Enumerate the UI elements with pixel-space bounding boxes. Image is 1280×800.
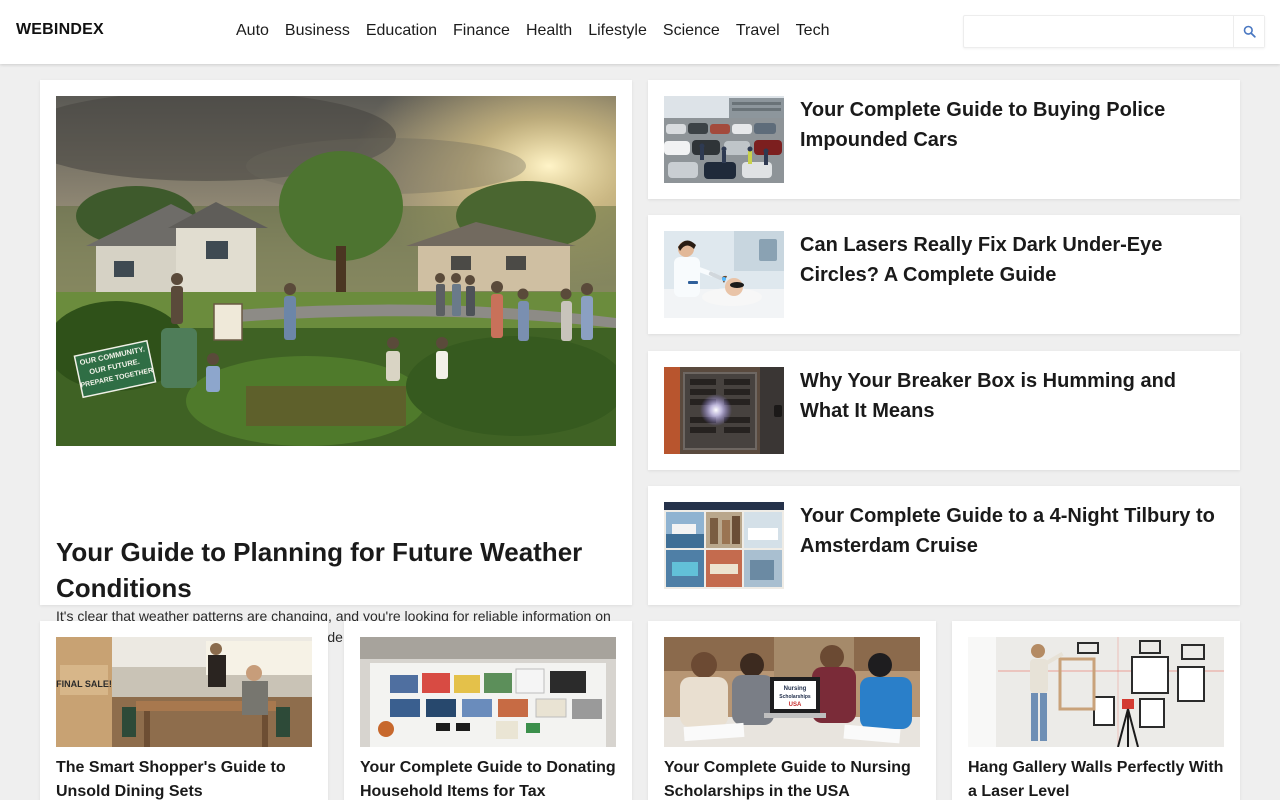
impound-lot-illustration xyxy=(664,96,784,183)
cruise-collage-illustration xyxy=(664,502,784,589)
side-article-image[interactable] xyxy=(664,96,784,183)
side-article-image[interactable] xyxy=(664,367,784,454)
side-article-card[interactable]: Can Lasers Really Fix Dark Under-Eye Cir… xyxy=(648,215,1240,334)
category-nav: Auto Business Education Finance Health L… xyxy=(228,20,837,42)
gallery-wall-illustration xyxy=(968,637,1224,747)
side-article-title[interactable]: Your Complete Guide to Buying Police Imp… xyxy=(800,95,1224,155)
store-sign-text: FINAL SALE! xyxy=(56,679,112,689)
furniture-store-illustration: FINAL SALE! xyxy=(56,637,312,747)
article-title[interactable]: The Smart Shopper's Guide to Unsold Dini… xyxy=(56,756,318,800)
nav-link-finance[interactable]: Finance xyxy=(445,20,518,42)
side-article-card[interactable]: Why Your Breaker Box is Humming and What… xyxy=(648,351,1240,470)
nav-link-business[interactable]: Business xyxy=(277,20,358,42)
article-image[interactable]: Nursing Scholarships USA xyxy=(664,637,920,747)
article-card[interactable]: Your Complete Guide to Donating Househol… xyxy=(344,621,632,800)
article-image[interactable] xyxy=(360,637,616,747)
article-card[interactable]: Hang Gallery Walls Perfectly With a Lase… xyxy=(952,621,1240,800)
search-box xyxy=(963,15,1265,48)
community-garden-illustration: OUR COMMUNITY. OUR FUTURE. PREPARE TOGET… xyxy=(56,96,616,446)
article-title[interactable]: Your Complete Guide to Donating Househol… xyxy=(360,756,622,800)
featured-article-image[interactable]: OUR COMMUNITY. OUR FUTURE. PREPARE TOGET… xyxy=(56,96,616,446)
nav-link-auto[interactable]: Auto xyxy=(228,20,277,42)
site-logo[interactable]: WEBINDEX xyxy=(16,21,104,39)
featured-article-title[interactable]: Your Guide to Planning for Future Weathe… xyxy=(56,534,616,606)
nav-link-lifestyle[interactable]: Lifestyle xyxy=(580,20,655,42)
laser-treatment-illustration xyxy=(664,231,784,318)
nav-link-education[interactable]: Education xyxy=(358,20,445,42)
nav-link-health[interactable]: Health xyxy=(518,20,580,42)
nav-link-tech[interactable]: Tech xyxy=(788,20,838,42)
search-icon xyxy=(1243,25,1256,38)
side-article-card[interactable]: Your Complete Guide to Buying Police Imp… xyxy=(648,80,1240,199)
featured-article-card[interactable]: OUR COMMUNITY. OUR FUTURE. PREPARE TOGET… xyxy=(40,80,632,666)
side-article-title[interactable]: Can Lasers Really Fix Dark Under-Eye Cir… xyxy=(800,230,1224,290)
side-article-title[interactable]: Your Complete Guide to a 4-Night Tilbury… xyxy=(800,501,1224,561)
laptop-screen-line-2: Scholarships xyxy=(779,694,811,700)
article-image[interactable] xyxy=(968,637,1224,747)
article-image[interactable]: FINAL SALE! xyxy=(56,637,312,747)
article-card[interactable]: FINAL SALE! The Smart Shopper's Guide to… xyxy=(40,621,328,800)
article-title[interactable]: Your Complete Guide to Nursing Scholarsh… xyxy=(664,756,926,800)
article-title[interactable]: Hang Gallery Walls Perfectly With a Lase… xyxy=(968,756,1230,800)
side-article-image[interactable] xyxy=(664,502,784,589)
side-article-image[interactable] xyxy=(664,231,784,318)
top-navigation-bar: WEBINDEX Auto Business Education Finance… xyxy=(0,0,1280,64)
search-button[interactable] xyxy=(1233,16,1264,47)
side-article-card[interactable]: Your Complete Guide to a 4-Night Tilbury… xyxy=(648,486,1240,605)
breaker-box-illustration xyxy=(664,367,784,454)
students-laptop-illustration: Nursing Scholarships USA xyxy=(664,637,920,747)
article-card[interactable]: Nursing Scholarships USA Your Complete G… xyxy=(648,621,936,800)
nav-link-travel[interactable]: Travel xyxy=(728,20,788,42)
donation-items-illustration xyxy=(360,637,616,747)
nav-link-science[interactable]: Science xyxy=(655,20,728,42)
laptop-screen-line-1: Nursing xyxy=(784,686,807,692)
search-input[interactable] xyxy=(964,16,1232,47)
side-article-title[interactable]: Why Your Breaker Box is Humming and What… xyxy=(800,366,1224,426)
laptop-screen-line-3: USA xyxy=(789,702,802,708)
